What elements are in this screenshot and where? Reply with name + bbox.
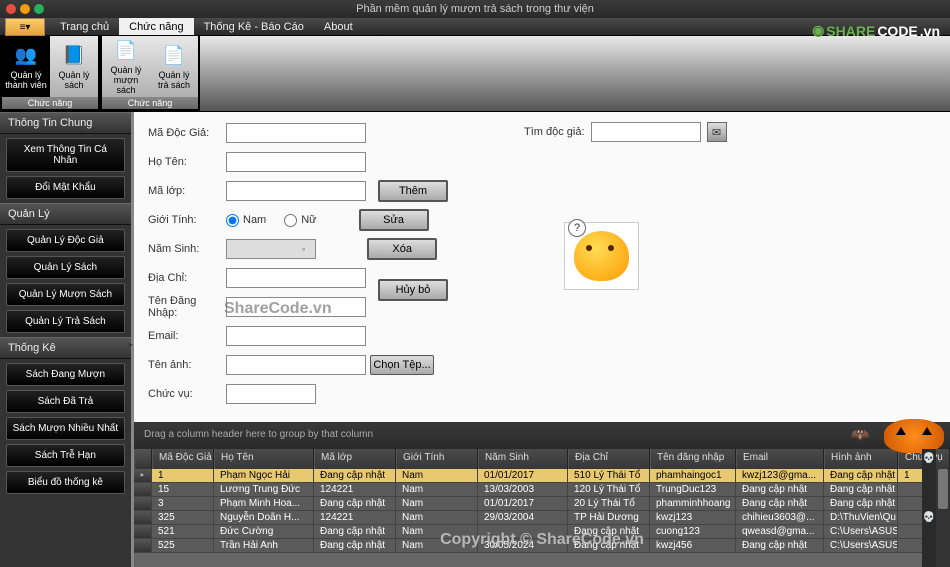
question-emoji-icon bbox=[574, 231, 629, 281]
table-row[interactable]: 15Lương Trung Đức124221Nam13/03/2003120 … bbox=[134, 483, 950, 497]
app-menu-button[interactable]: ≡▾ bbox=[5, 18, 45, 36]
ribbon-icon: 📄 bbox=[162, 44, 186, 68]
ribbon-icon: 📘 bbox=[62, 44, 86, 68]
menu-tab-0[interactable]: Trang chủ bbox=[50, 18, 119, 35]
btn-xoa[interactable]: Xóa bbox=[367, 238, 437, 260]
radio-nu[interactable]: Nữ bbox=[284, 214, 316, 227]
grid-col-6[interactable]: Tên đăng nhập bbox=[650, 449, 736, 469]
input-chuc-vu[interactable] bbox=[226, 384, 316, 404]
lbl-dia-chi: Địa Chỉ: bbox=[148, 272, 226, 284]
ribbon: 👥Quản lý thành viên📘Quản lý sáchChức năn… bbox=[0, 36, 950, 112]
form-area: Tìm độc giả: ✉ Mã Độc Giả: Họ Tên: Mã lớ… bbox=[134, 112, 950, 422]
sidebar-head-1: Quản Lý bbox=[0, 203, 131, 225]
ribbon-item-1-0[interactable]: 📄Quản lý mượn sách bbox=[102, 36, 150, 97]
input-ma-lop[interactable] bbox=[226, 181, 366, 201]
input-ten-dang-nhap[interactable] bbox=[226, 297, 366, 317]
btn-huy[interactable]: Hủy bỏ bbox=[378, 279, 448, 301]
sidebar-item-2-3[interactable]: Sách Trễ Hạn bbox=[6, 444, 125, 467]
close-icon[interactable] bbox=[6, 4, 16, 14]
lbl-email: Email: bbox=[148, 330, 226, 342]
titlebar: Phần mềm quản lý mượn trả sách trong thư… bbox=[0, 0, 950, 18]
sidebar: Thông Tin Chung Xem Thông Tin Cá Nhân Đổi … bbox=[0, 112, 131, 567]
lbl-ho-ten: Họ Tên: bbox=[148, 156, 226, 168]
menubar: ≡▾ Trang chủChức năngThống Kê - Báo CáoA… bbox=[0, 18, 950, 36]
table-row[interactable]: 525Trần Hải AnhĐang cập nhậtNam30/05/202… bbox=[134, 539, 950, 553]
btn-sua[interactable]: Sửa bbox=[359, 209, 429, 231]
sidebar-head-2: Thống Kê bbox=[0, 337, 131, 359]
input-ten-anh[interactable] bbox=[226, 355, 366, 375]
grid-col-2[interactable]: Mã lớp bbox=[314, 449, 396, 469]
btn-chon-tep[interactable]: Chọn Tệp... bbox=[370, 355, 434, 375]
grid-decoration: 💀💀 bbox=[922, 449, 936, 567]
app-title: Phần mềm quản lý mượn trả sách trong thư… bbox=[356, 3, 594, 15]
ribbon-group-label: Chức năng bbox=[102, 97, 198, 109]
grid-header[interactable]: Mã Độc GiảHọ TênMã lớpGiới TínhNăm SinhĐ… bbox=[134, 449, 950, 469]
sidebar-item-1-2[interactable]: Quản Lý Mượn Sách bbox=[6, 283, 125, 306]
table-row[interactable]: 3Phạm Minh Hoa...Đang cập nhậtNam01/01/2… bbox=[134, 497, 950, 511]
search-label: Tìm độc giả: bbox=[524, 126, 585, 138]
btn-them[interactable]: Thêm bbox=[378, 180, 448, 202]
menu-tab-3[interactable]: About bbox=[314, 18, 363, 35]
input-email[interactable] bbox=[226, 326, 366, 346]
sidebar-head-0: Thông Tin Chung bbox=[0, 112, 131, 134]
lbl-gioi-tinh: Giới Tính: bbox=[148, 214, 226, 226]
data-grid: Drag a column header here to group by th… bbox=[134, 422, 950, 567]
menu-tab-1[interactable]: Chức năng bbox=[119, 18, 193, 35]
ribbon-group-label: Chức năng bbox=[2, 97, 98, 109]
sidebar-item-1-3[interactable]: Quản Lý Trả Sách bbox=[6, 310, 125, 333]
grid-col-1[interactable]: Họ Tên bbox=[214, 449, 314, 469]
avatar-preview bbox=[564, 222, 639, 290]
grid-col-7[interactable]: Email bbox=[736, 449, 824, 469]
minimize-icon[interactable] bbox=[20, 4, 30, 14]
lbl-ma-doc-gia: Mã Độc Giả: bbox=[148, 127, 226, 139]
table-row[interactable]: ▸1Phạm Ngọc HảiĐang cập nhậtNam01/01/201… bbox=[134, 469, 950, 483]
menu-tab-2[interactable]: Thống Kê - Báo Cáo bbox=[194, 18, 314, 35]
lbl-ma-lop: Mã lớp: bbox=[148, 185, 226, 197]
maximize-icon[interactable] bbox=[34, 4, 44, 14]
vertical-scrollbar[interactable] bbox=[936, 469, 950, 567]
input-ho-ten[interactable] bbox=[226, 152, 366, 172]
lbl-nam-sinh: Năm Sinh: bbox=[148, 243, 226, 255]
sidebar-item-0-1[interactable]: Đổi Mật Khẩu bbox=[6, 176, 125, 199]
lbl-ten-anh: Tên ảnh: bbox=[148, 359, 226, 371]
sidebar-item-2-2[interactable]: Sách Mượn Nhiều Nhất bbox=[6, 417, 125, 440]
ribbon-icon: 👥 bbox=[14, 44, 38, 68]
grid-col-4[interactable]: Năm Sinh bbox=[478, 449, 568, 469]
ribbon-item-0-0[interactable]: 👥Quản lý thành viên bbox=[2, 36, 50, 97]
grid-col-3[interactable]: Giới Tính bbox=[396, 449, 478, 469]
grid-col-0[interactable]: Mã Độc Giả bbox=[152, 449, 214, 469]
pumpkin-icon bbox=[884, 419, 944, 453]
sidebar-item-0-0[interactable]: Xem Thông Tin Cá Nhân bbox=[6, 138, 125, 172]
sidebar-item-2-0[interactable]: Sách Đang Mượn bbox=[6, 363, 125, 386]
lbl-chuc-vu: Chức vụ: bbox=[148, 388, 226, 400]
ribbon-item-0-1[interactable]: 📘Quản lý sách bbox=[50, 36, 98, 97]
input-ma-doc-gia[interactable] bbox=[226, 123, 366, 143]
search-button[interactable]: ✉ bbox=[707, 122, 727, 142]
ribbon-icon: 📄 bbox=[114, 39, 138, 63]
sharecode-logo: ◉SHARECODE.vn bbox=[812, 22, 940, 39]
sidebar-item-2-4[interactable]: Biểu đồ thống kê bbox=[6, 471, 125, 494]
grid-col-8[interactable]: Hình ảnh bbox=[824, 449, 898, 469]
radio-nam[interactable]: Nam bbox=[226, 214, 266, 227]
grid-group-panel[interactable]: Drag a column header here to group by th… bbox=[134, 423, 950, 449]
input-dia-chi[interactable] bbox=[226, 268, 366, 288]
grid-col-5[interactable]: Địa Chỉ bbox=[568, 449, 650, 469]
sidebar-item-1-1[interactable]: Quản Lý Sách bbox=[6, 256, 125, 279]
sidebar-item-2-1[interactable]: Sách Đã Trả bbox=[6, 390, 125, 413]
table-row[interactable]: 521Đức CườngĐang cập nhậtNamĐang cập nhậ… bbox=[134, 525, 950, 539]
lbl-ten-dang-nhap: Tên Đăng Nhập: bbox=[148, 295, 226, 319]
bat-icon: 🦇 bbox=[850, 425, 870, 445]
search-input[interactable] bbox=[591, 122, 701, 142]
sidebar-item-1-0[interactable]: Quản Lý Độc Giả bbox=[6, 229, 125, 252]
ribbon-item-1-1[interactable]: 📄Quản lý trả sách bbox=[150, 36, 198, 97]
table-row[interactable]: 325Nguyễn Doãn H...124221Nam29/03/2004TP… bbox=[134, 511, 950, 525]
